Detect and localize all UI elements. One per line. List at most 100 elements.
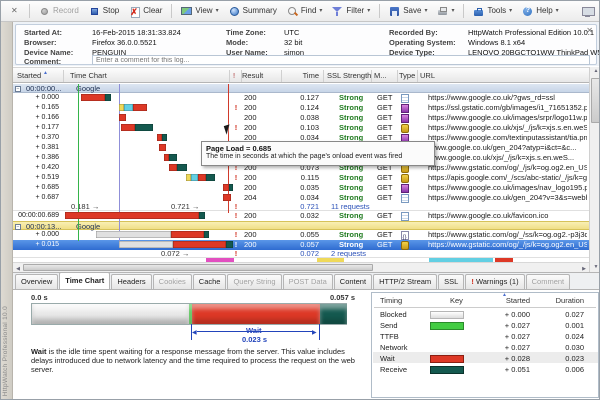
horizontal-scrollbar[interactable]: ◀ ▶ — [13, 262, 589, 272]
toolbar-save-button[interactable]: Save▾ — [385, 4, 431, 19]
column-header-result[interactable]: Result — [242, 71, 263, 80]
request-url: https://www.google.co.uk/images/srpr/log… — [428, 113, 587, 123]
info-value-device-type: LENOVO 20BGCTO1WW ThinkPad W540 Intel — [468, 48, 600, 57]
detail-bar — [31, 303, 347, 325]
receive-bar-segment — [204, 231, 209, 238]
toolbar-separator — [171, 4, 172, 18]
timing-col-key[interactable]: Key — [450, 296, 463, 305]
timing-col-duration[interactable]: Duration — [536, 296, 584, 305]
vertical-scrollbar[interactable]: ▲ ▼ — [589, 67, 600, 272]
css-icon — [401, 231, 409, 240]
request-row[interactable]: + 0.519!2000.115StrongGEThttps://apis.go… — [13, 173, 589, 183]
toolbar-window-button[interactable] — [578, 4, 597, 19]
timing-header-divider — [374, 307, 596, 308]
tab-content[interactable]: Content — [334, 274, 372, 289]
request-url: https://www.gstatic.com/og/_/ss/k=og.og2… — [428, 230, 587, 240]
request-row[interactable]: 00:00:00.689!2000.032StrongGEThttps://ww… — [13, 211, 589, 221]
toolbar-separator — [29, 4, 30, 18]
page-summary-row[interactable]: 0.072 →!0.0722 requests — [13, 250, 589, 258]
receive-bar-segment — [206, 174, 215, 181]
info-value-recorded-by: HttpWatch Professional Edition 10.0.1 — [468, 28, 594, 37]
receive-bar-segment — [199, 212, 205, 219]
column-header-warn[interactable]: ! — [233, 71, 235, 80]
scroll-up-icon[interactable]: ▲ — [591, 67, 600, 76]
timing-col-timing[interactable]: Timing — [380, 296, 402, 305]
request-row[interactable]: + 0.165!2000.124StrongGEThttps://ssl.gst… — [13, 103, 589, 113]
ssl-strength: Strong — [339, 230, 363, 240]
request-url: https://www.gstatic.com/og/_/js/k=og.og2… — [428, 163, 587, 173]
scroll-down-icon[interactable]: ▼ — [591, 263, 600, 272]
column-header-started[interactable]: Started▲ — [17, 71, 41, 80]
request-url: /www.google.co.uk/xjs/_/js/k=xjs.s.en.we… — [428, 153, 587, 163]
toolbar-help-button[interactable]: Help▾ — [518, 4, 562, 19]
tab-warnings-1[interactable]: ! Warnings (1) — [465, 274, 524, 289]
receive-bar-segment — [105, 94, 111, 101]
tab-cache[interactable]: Cache — [193, 274, 227, 289]
wait-measure-arrow — [197, 331, 313, 332]
column-header-method[interactable]: M... — [374, 71, 387, 80]
tab-headers[interactable]: Headers — [111, 274, 151, 289]
request-url: https://apis.google.com/_/scs/abc-static… — [428, 173, 587, 183]
tab-time-chart[interactable]: Time Chart — [59, 272, 110, 289]
receive-bar-segment — [169, 154, 177, 161]
wait-bar-segment — [133, 104, 147, 111]
tools-icon — [473, 6, 484, 17]
script-icon — [401, 124, 409, 133]
tab-ssl[interactable]: SSL — [438, 274, 464, 289]
page-summary-row[interactable]: 0.181 →0.721 →!0.72111 requests — [13, 203, 589, 211]
toolbar-separator — [463, 4, 464, 18]
tab-http-2-stream[interactable]: HTTP/2 Stream — [373, 274, 437, 289]
page-group-row[interactable]: −00:00:00...Google — [13, 84, 589, 93]
view-icon — [181, 6, 192, 17]
request-row[interactable]: + 0.6852000.035StrongGEThttps://www.goog… — [13, 183, 589, 193]
toolbar-stop-button[interactable]: Stop — [85, 4, 123, 19]
request-time: 0.115 — [283, 173, 319, 183]
time-chart-detail: 0.0 s 0.057 s Wait 0.023 s Wait is the i… — [13, 290, 369, 400]
timing-row-label: Receive — [380, 365, 407, 374]
log-info-bar: Comment: ✕ Started At:16-Feb-2015 18:31:… — [13, 22, 600, 66]
toolbar-summary-button[interactable]: Summary — [225, 4, 281, 19]
column-header-type[interactable]: Type — [399, 71, 415, 80]
column-header-url[interactable]: URL — [420, 71, 435, 80]
info-value-operating-system: Windows 8.1 x64 — [468, 38, 525, 47]
vertical-scroll-thumb[interactable] — [591, 78, 600, 123]
request-row[interactable]: + 0.1662000.038StrongGEThttps://www.goog… — [13, 113, 589, 123]
info-value-mode: 32 bit — [284, 38, 302, 47]
request-row[interactable]: + 0.0002000.127StrongGEThttps://www.goog… — [13, 93, 589, 103]
warning-icon: ! — [231, 250, 241, 258]
receive-key-swatch — [430, 366, 464, 374]
toolbar-record-button: Record — [35, 4, 83, 19]
toolbar-print-button[interactable]: ▾ — [433, 4, 458, 19]
collapse-icon[interactable]: − — [15, 86, 21, 92]
toolbar-filter-button[interactable]: Filter▾ — [328, 4, 374, 19]
request-url: /www.google.co.uk/gen_204?atyp=i&ct=&c..… — [428, 143, 587, 153]
receive-phase-segment — [320, 304, 347, 324]
dropdown-caret-icon: ▾ — [451, 7, 454, 15]
toolbar-tools-button[interactable]: Tools▾ — [469, 4, 516, 19]
toolbar-find-button[interactable]: Find▾ — [283, 4, 327, 19]
column-header-ssl[interactable]: SSL Strength — [327, 71, 371, 80]
http-method: GET — [377, 240, 392, 250]
page-group-row[interactable]: −00:00:13...Google — [13, 221, 589, 230]
collapse-icon[interactable]: − — [15, 224, 21, 230]
request-row[interactable]: + 0.000!2000.055StrongGEThttps://www.gst… — [13, 230, 589, 240]
timing-started-value: + 0.028 — [482, 354, 530, 363]
toolbar-close-panel-button[interactable] — [5, 4, 24, 19]
wait-bar-segment — [169, 164, 177, 171]
column-header-chart[interactable]: Time Chart — [70, 71, 107, 80]
column-header-time[interactable]: Time — [283, 71, 319, 80]
tab-comment: Comment — [526, 274, 571, 289]
request-row[interactable]: + 0.177!2000.103StrongGEThttps://www.goo… — [13, 123, 589, 133]
info-label-time-zone: Time Zone: — [226, 28, 266, 37]
summary-total-time: 0.721 — [283, 203, 319, 211]
toolbar-clear-button[interactable]: Clear — [125, 4, 166, 19]
toolbar-separator — [379, 4, 380, 18]
request-url: https://ssl.gstatic.com/gb/images/i1_716… — [428, 103, 587, 113]
tab-overview[interactable]: Overview — [15, 274, 58, 289]
timing-row-label: Send — [380, 321, 398, 330]
clear-icon — [129, 6, 140, 17]
toolbar-view-button[interactable]: View▾ — [177, 4, 222, 19]
save-icon — [389, 6, 400, 17]
horizontal-scroll-thumb[interactable] — [23, 264, 373, 271]
request-start-offset: + 0.015 — [11, 240, 59, 250]
